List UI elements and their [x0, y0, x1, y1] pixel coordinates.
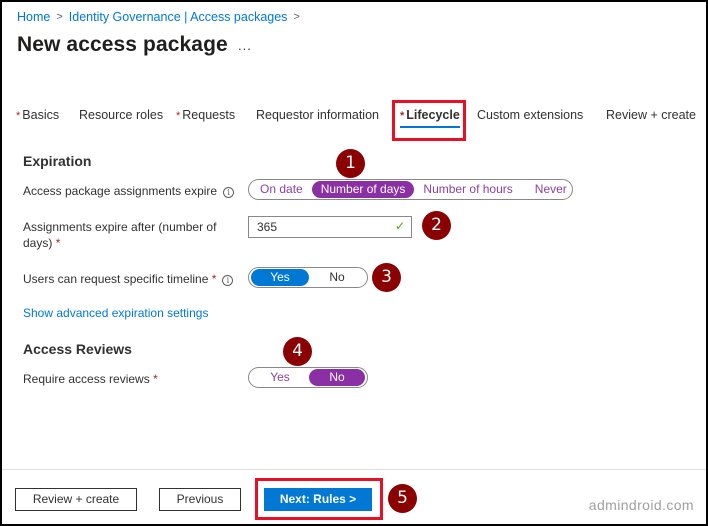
annotation-badge-5: 5 [388, 484, 417, 513]
review-create-button[interactable]: Review + create [15, 488, 137, 511]
expire-after-label: Assignments expire after (number of days… [23, 219, 223, 251]
chevron-right-icon: > [56, 11, 63, 23]
info-icon[interactable]: i [222, 275, 234, 286]
required-marker: * [55, 236, 61, 250]
tab-requestor-information[interactable]: Requestor information [256, 108, 379, 122]
require-access-reviews-label: Require access reviews * [23, 371, 158, 387]
annotation-badge-2: 2 [422, 211, 451, 240]
specific-timeline-toggle: Yes No [248, 267, 368, 288]
tab-label: Review + create [606, 108, 696, 122]
label-text: Users can request specific timeline [23, 272, 209, 286]
label-text: Require access reviews [23, 372, 150, 386]
access-reviews-section-title: Access Reviews [23, 341, 132, 357]
label-text: Assignments expire after (number of days… [23, 220, 217, 250]
option-number-of-hours[interactable]: Number of hours [414, 181, 521, 198]
footer-divider [2, 469, 706, 470]
more-options-icon[interactable]: ... [238, 38, 252, 53]
previous-button[interactable]: Previous [159, 488, 241, 511]
expiration-section-title: Expiration [23, 153, 92, 169]
info-icon[interactable]: i [223, 187, 235, 198]
tab-label: Requests [182, 108, 236, 122]
annotation-badge-4: 4 [283, 337, 312, 366]
option-number-of-days[interactable]: Number of days [311, 181, 415, 198]
option-yes[interactable]: Yes [251, 369, 309, 386]
option-never[interactable]: Never [526, 181, 576, 198]
page-title: New access package [17, 33, 228, 56]
required-marker: * [176, 110, 181, 122]
tab-custom-extensions[interactable]: Custom extensions [477, 108, 583, 122]
tab-requests[interactable]: * Requests [176, 108, 235, 122]
breadcrumb-home[interactable]: Home [17, 10, 50, 24]
breadcrumb-identity-governance[interactable]: Identity Governance | Access packages [69, 10, 288, 24]
tab-label: Requestor information [256, 108, 379, 122]
tab-resource-roles[interactable]: Resource roles [79, 108, 163, 122]
required-marker: * [153, 372, 158, 386]
watermark: admindroid.com [588, 497, 694, 513]
tab-label: Resource roles [79, 108, 164, 122]
expire-after-days-input[interactable]: 365 ✓ [248, 216, 412, 238]
option-no[interactable]: No [309, 269, 365, 286]
lifecycle-tab-highlight [392, 100, 466, 141]
assignments-expire-selector: On date Number of days Number of hours N… [248, 179, 573, 200]
chevron-right-icon: > [293, 11, 300, 23]
valid-check-icon: ✓ [394, 219, 405, 233]
option-yes[interactable]: Yes [251, 269, 309, 286]
next-button-highlight [255, 478, 383, 520]
option-on-date[interactable]: On date [251, 181, 312, 198]
tab-label: Custom extensions [477, 108, 584, 122]
tab-label: Basics [22, 108, 60, 122]
tab-basics[interactable]: * Basics [16, 108, 59, 122]
specific-timeline-label: Users can request specific timeline * i [23, 271, 234, 287]
label-text: Access package assignments expire [23, 184, 218, 198]
breadcrumb: Home > Identity Governance | Access pack… [17, 10, 300, 24]
show-advanced-expiration-link[interactable]: Show advanced expiration settings [23, 306, 208, 320]
tab-review-create[interactable]: Review + create [606, 108, 696, 122]
required-marker: * [16, 110, 21, 122]
require-access-reviews-toggle: Yes No [248, 367, 368, 388]
required-marker: * [211, 272, 217, 286]
option-no[interactable]: No [309, 369, 365, 386]
assignments-expire-label: Access package assignments expire i [23, 183, 235, 199]
annotation-badge-1: 1 [336, 149, 365, 178]
annotation-badge-3: 3 [372, 263, 401, 292]
input-value: 365 [257, 220, 278, 234]
access-package-wizard: Home > Identity Governance | Access pack… [2, 2, 706, 524]
